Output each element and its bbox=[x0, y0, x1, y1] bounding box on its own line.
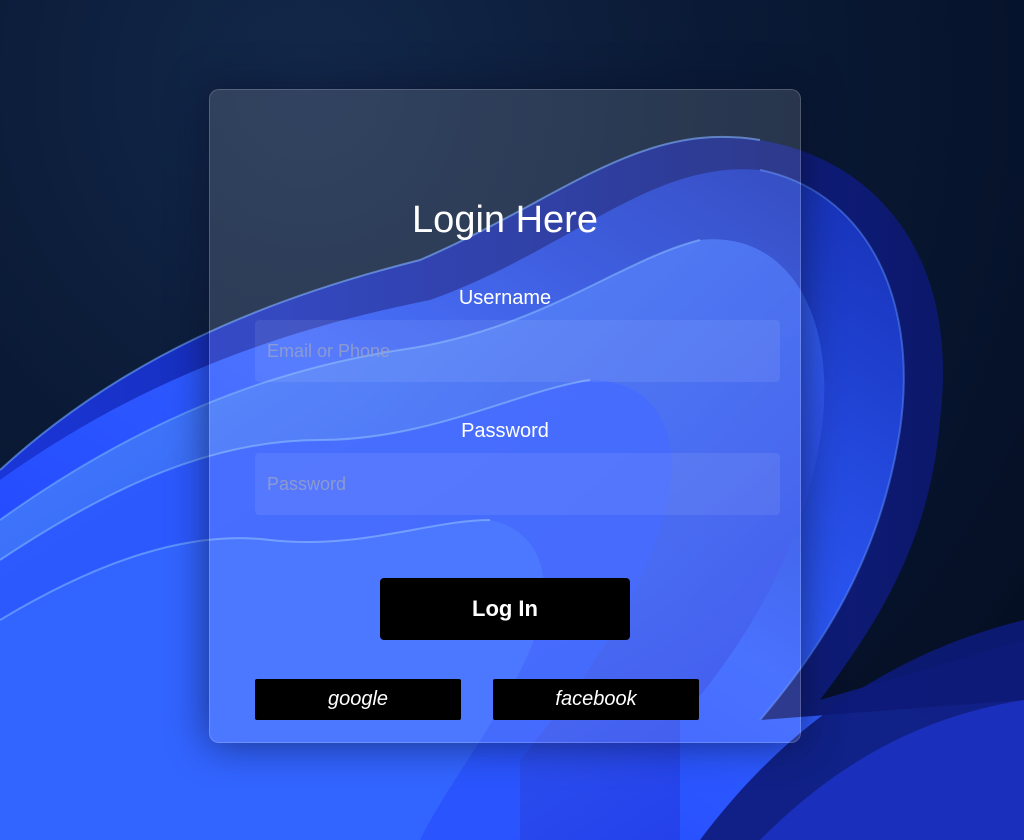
login-button[interactable]: Log In bbox=[380, 578, 630, 640]
login-card bbox=[209, 89, 801, 743]
facebook-login-button[interactable]: facebook bbox=[493, 679, 699, 720]
username-input[interactable] bbox=[255, 320, 780, 382]
page-title: Login Here bbox=[412, 199, 598, 241]
username-label: Username bbox=[458, 287, 552, 309]
google-login-button[interactable]: google bbox=[255, 679, 461, 720]
password-label: Password bbox=[461, 420, 549, 442]
password-input[interactable] bbox=[255, 453, 780, 515]
